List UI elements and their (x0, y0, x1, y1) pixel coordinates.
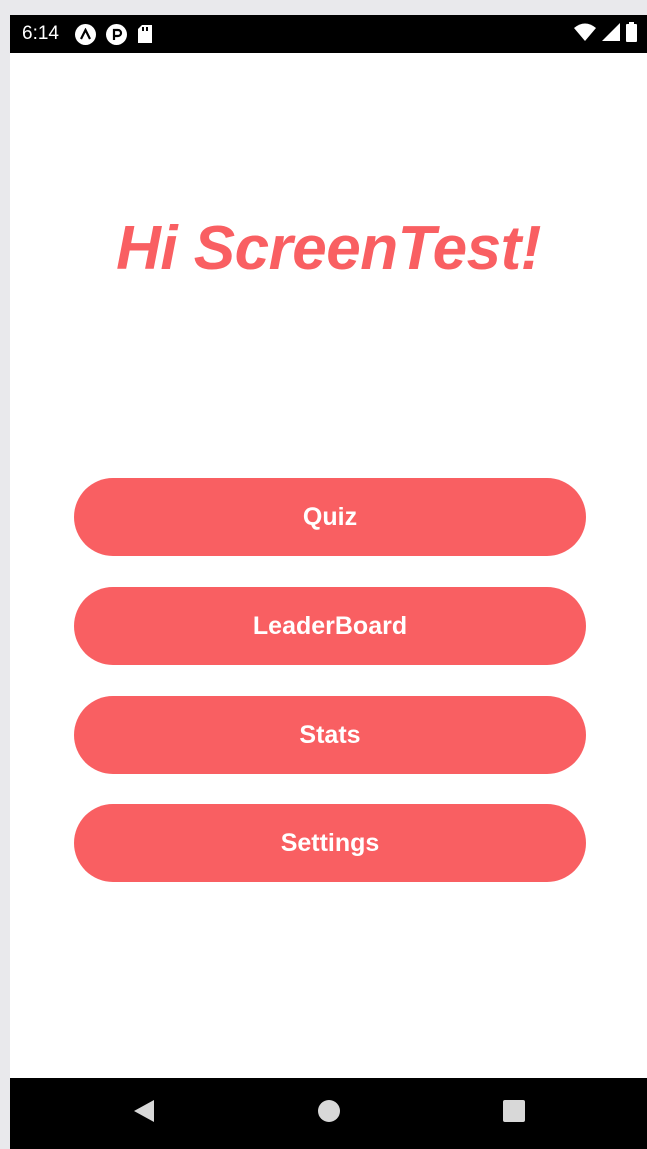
stats-button[interactable]: Stats (74, 696, 586, 774)
recents-icon (503, 1100, 525, 1127)
system-status-icons (574, 21, 637, 47)
battery-icon (626, 21, 637, 47)
p-icon (105, 23, 127, 45)
status-time: 6:14 (22, 23, 59, 44)
greeting-title: Hi ScreenTest! (116, 214, 541, 283)
leaderboard-button[interactable]: LeaderBoard (74, 587, 586, 665)
back-button[interactable] (104, 1078, 184, 1149)
app-screen: 6:14 Hi ScreenTest! Quiz LeaderBoard Sta… (10, 15, 647, 1149)
wifi-icon (574, 23, 596, 46)
home-button[interactable] (289, 1078, 369, 1149)
recents-button[interactable] (474, 1078, 554, 1149)
signal-icon (602, 22, 620, 46)
notification-icons (74, 23, 153, 45)
quiz-button[interactable]: Quiz (74, 478, 586, 556)
home-icon (318, 1100, 340, 1127)
settings-button[interactable]: Settings (74, 804, 586, 882)
back-icon (133, 1099, 155, 1128)
sd-card-icon (137, 24, 153, 44)
navigation-bar (10, 1078, 647, 1149)
status-bar: 6:14 (10, 15, 647, 53)
a-icon (74, 23, 96, 45)
